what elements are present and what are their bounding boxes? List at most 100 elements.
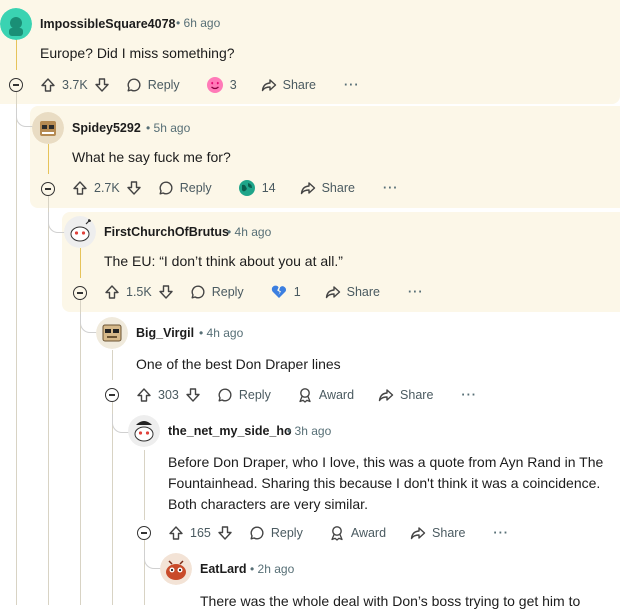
more-options-button[interactable]: ··· xyxy=(493,526,509,540)
award-ribbon-icon xyxy=(329,525,345,541)
upvote-arrow-icon[interactable] xyxy=(136,387,152,403)
collapse-minus-icon[interactable] xyxy=(41,182,55,196)
thread-line[interactable] xyxy=(80,248,81,278)
collapse-minus-icon[interactable] xyxy=(73,286,87,300)
comment-body: Europe? Did I miss something? xyxy=(40,43,235,64)
upvote-arrow-icon[interactable] xyxy=(40,77,56,93)
downvote-arrow-icon[interactable] xyxy=(217,525,233,541)
thread-line[interactable] xyxy=(48,196,49,605)
timestamp[interactable]: • 2h ago xyxy=(250,562,294,576)
share-label: Share xyxy=(321,181,355,195)
username[interactable]: EatLard xyxy=(200,562,247,576)
timestamp[interactable]: • 4h ago xyxy=(227,225,271,239)
downvote-arrow-icon[interactable] xyxy=(94,77,110,93)
username[interactable]: the_net_my_side_ho xyxy=(168,424,292,438)
collapse-minus-icon[interactable] xyxy=(9,78,23,92)
reply-button[interactable]: Reply xyxy=(126,77,180,93)
timestamp[interactable]: • 3h ago xyxy=(287,424,331,438)
thread-line[interactable] xyxy=(144,450,145,520)
vote-group: 165 xyxy=(168,525,233,541)
award-label: Award xyxy=(318,388,355,402)
avatar[interactable] xyxy=(64,216,96,248)
award-count: 3 xyxy=(229,78,237,92)
award-button[interactable]: Award xyxy=(329,525,386,541)
timestamp-text: 6h ago xyxy=(183,16,221,30)
thread-line[interactable] xyxy=(48,144,49,174)
reply-button[interactable]: Reply xyxy=(249,525,303,541)
comment-body: One of the best Don Draper lines xyxy=(136,354,341,375)
downvote-arrow-icon[interactable] xyxy=(185,387,201,403)
downvote-arrow-icon[interactable] xyxy=(158,284,174,300)
share-button[interactable]: Share xyxy=(300,180,355,196)
comment-line: Before Don Draper, who I love, this was … xyxy=(168,454,604,470)
username[interactable]: Big_Virgil xyxy=(136,326,194,340)
meta-separator: • xyxy=(199,326,204,340)
reply-button[interactable]: Reply xyxy=(158,180,212,196)
globe-award-icon xyxy=(238,179,256,197)
reply-button[interactable]: Reply xyxy=(217,387,271,403)
comment-body: The EU: “I don’t think about you at all.… xyxy=(104,251,343,272)
upvote-arrow-icon[interactable] xyxy=(72,180,88,196)
username[interactable]: FirstChurchOfBrutus xyxy=(104,225,229,239)
share-label: Share xyxy=(282,78,316,92)
avatar[interactable] xyxy=(128,415,160,447)
vote-score: 2.7K xyxy=(94,181,120,195)
comment-line: There was the whole deal with Don’s boss… xyxy=(200,593,581,609)
heart-eyes-award-icon xyxy=(206,76,224,94)
timestamp[interactable]: • 4h ago xyxy=(199,326,243,340)
avatar[interactable] xyxy=(160,553,192,585)
thread-connector xyxy=(80,314,97,333)
award-count: 14 xyxy=(261,181,276,195)
more-options-button[interactable]: ··· xyxy=(408,285,424,299)
more-options-button[interactable]: ··· xyxy=(383,181,399,195)
collapse-minus-icon[interactable] xyxy=(105,388,119,402)
vote-score: 3.7K xyxy=(62,78,88,92)
awards-badge[interactable]: 14 xyxy=(238,179,276,197)
broken-heart-award-icon xyxy=(270,283,288,301)
share-button[interactable]: Share xyxy=(261,77,316,93)
awards-badge[interactable]: 1 xyxy=(270,283,301,301)
avatar[interactable] xyxy=(32,112,64,144)
username[interactable]: ImpossibleSquare4078 xyxy=(40,17,175,31)
comment-body: Before Don Draper, who I love, this was … xyxy=(168,452,603,515)
share-arrow-icon xyxy=(325,284,341,300)
reply-button[interactable]: Reply xyxy=(190,284,244,300)
comment-actions: 303 Reply Award Share ··· xyxy=(136,383,477,407)
timestamp[interactable]: • 6h ago xyxy=(176,16,220,30)
comment-line: What he say fuck me for? xyxy=(72,149,231,165)
timestamp-text: 5h ago xyxy=(153,121,191,135)
comment-actions: 3.7K Reply 3 Share ··· xyxy=(40,73,360,97)
collapse-minus-icon[interactable] xyxy=(137,526,151,540)
more-options-label: ··· xyxy=(382,181,399,195)
thread-line[interactable] xyxy=(112,350,113,380)
thread-connector xyxy=(112,414,129,433)
more-options-button[interactable]: ··· xyxy=(461,388,477,402)
meta-separator: • xyxy=(287,424,292,438)
thread-line[interactable] xyxy=(80,300,81,605)
avatar[interactable] xyxy=(0,8,32,40)
upvote-arrow-icon[interactable] xyxy=(168,525,184,541)
share-button[interactable]: Share xyxy=(325,284,380,300)
share-arrow-icon xyxy=(261,77,277,93)
thread-line[interactable] xyxy=(16,92,17,605)
speech-bubble-icon xyxy=(217,387,233,403)
comment-body: There was the whole deal with Don’s boss… xyxy=(200,591,580,612)
timestamp[interactable]: • 5h ago xyxy=(146,121,190,135)
share-arrow-icon xyxy=(300,180,316,196)
downvote-arrow-icon[interactable] xyxy=(126,180,142,196)
thread-connector xyxy=(16,108,33,127)
awards-badge[interactable]: 3 xyxy=(206,76,237,94)
share-button[interactable]: Share xyxy=(410,525,465,541)
vote-group: 2.7K xyxy=(72,180,142,196)
thread-line[interactable] xyxy=(16,38,17,70)
thread-line[interactable] xyxy=(112,402,113,605)
share-button[interactable]: Share xyxy=(378,387,433,403)
award-button[interactable]: Award xyxy=(297,387,354,403)
upvote-arrow-icon[interactable] xyxy=(104,284,120,300)
more-options-label: ··· xyxy=(461,388,477,402)
comment-line: Europe? Did I miss something? xyxy=(40,45,235,61)
avatar[interactable] xyxy=(96,317,128,349)
reply-label: Reply xyxy=(238,388,271,402)
username[interactable]: Spidey5292 xyxy=(72,121,141,135)
more-options-button[interactable]: ··· xyxy=(344,78,360,92)
